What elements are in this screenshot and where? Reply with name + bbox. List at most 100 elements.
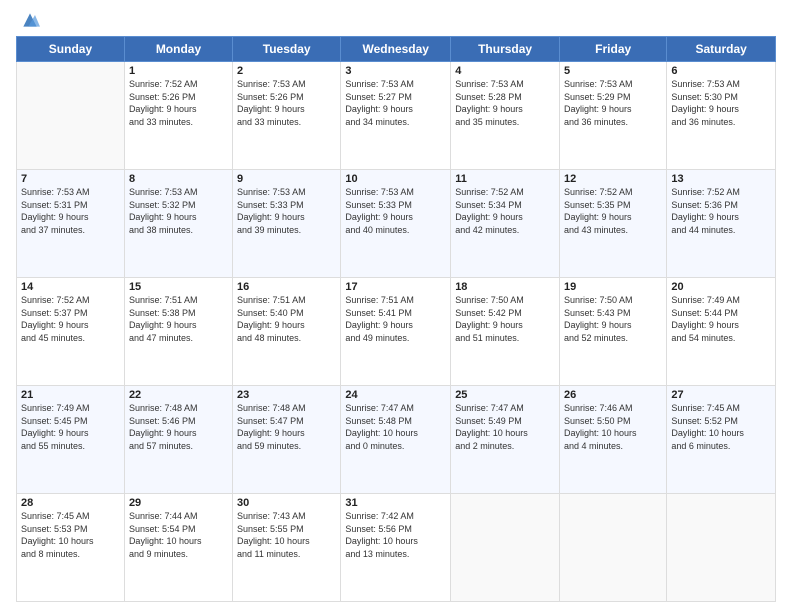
calendar-cell: 16Sunrise: 7:51 AMSunset: 5:40 PMDayligh… [233, 278, 341, 386]
day-info: Sunrise: 7:52 AMSunset: 5:35 PMDaylight:… [564, 186, 662, 236]
calendar-cell: 20Sunrise: 7:49 AMSunset: 5:44 PMDayligh… [667, 278, 776, 386]
day-info: Sunrise: 7:49 AMSunset: 5:45 PMDaylight:… [21, 402, 120, 452]
day-number: 10 [345, 173, 446, 185]
header [16, 10, 776, 30]
day-info: Sunrise: 7:45 AMSunset: 5:53 PMDaylight:… [21, 510, 120, 560]
day-number: 5 [564, 65, 662, 77]
day-number: 16 [237, 281, 336, 293]
calendar-cell: 28Sunrise: 7:45 AMSunset: 5:53 PMDayligh… [17, 494, 125, 602]
day-number: 27 [671, 389, 771, 401]
day-number: 23 [237, 389, 336, 401]
day-number: 21 [21, 389, 120, 401]
day-info: Sunrise: 7:48 AMSunset: 5:47 PMDaylight:… [237, 402, 336, 452]
calendar-cell: 10Sunrise: 7:53 AMSunset: 5:33 PMDayligh… [341, 170, 451, 278]
calendar-cell: 12Sunrise: 7:52 AMSunset: 5:35 PMDayligh… [560, 170, 667, 278]
day-info: Sunrise: 7:53 AMSunset: 5:31 PMDaylight:… [21, 186, 120, 236]
weekday-header: Wednesday [341, 37, 451, 62]
day-info: Sunrise: 7:47 AMSunset: 5:49 PMDaylight:… [455, 402, 555, 452]
day-number: 1 [129, 65, 228, 77]
calendar-cell: 27Sunrise: 7:45 AMSunset: 5:52 PMDayligh… [667, 386, 776, 494]
day-info: Sunrise: 7:51 AMSunset: 5:38 PMDaylight:… [129, 294, 228, 344]
weekday-header: Monday [124, 37, 232, 62]
calendar-cell: 21Sunrise: 7:49 AMSunset: 5:45 PMDayligh… [17, 386, 125, 494]
day-info: Sunrise: 7:45 AMSunset: 5:52 PMDaylight:… [671, 402, 771, 452]
day-info: Sunrise: 7:43 AMSunset: 5:55 PMDaylight:… [237, 510, 336, 560]
calendar-cell: 13Sunrise: 7:52 AMSunset: 5:36 PMDayligh… [667, 170, 776, 278]
calendar-cell: 18Sunrise: 7:50 AMSunset: 5:42 PMDayligh… [451, 278, 560, 386]
day-number: 30 [237, 497, 336, 509]
weekday-header: Sunday [17, 37, 125, 62]
logo [16, 10, 42, 30]
day-number: 19 [564, 281, 662, 293]
day-number: 26 [564, 389, 662, 401]
calendar-cell [451, 494, 560, 602]
day-info: Sunrise: 7:51 AMSunset: 5:40 PMDaylight:… [237, 294, 336, 344]
day-number: 20 [671, 281, 771, 293]
day-number: 15 [129, 281, 228, 293]
weekday-header: Saturday [667, 37, 776, 62]
day-info: Sunrise: 7:53 AMSunset: 5:27 PMDaylight:… [345, 78, 446, 128]
calendar-cell: 6Sunrise: 7:53 AMSunset: 5:30 PMDaylight… [667, 62, 776, 170]
calendar-cell: 24Sunrise: 7:47 AMSunset: 5:48 PMDayligh… [341, 386, 451, 494]
calendar-cell: 1Sunrise: 7:52 AMSunset: 5:26 PMDaylight… [124, 62, 232, 170]
day-info: Sunrise: 7:53 AMSunset: 5:33 PMDaylight:… [345, 186, 446, 236]
weekday-header: Thursday [451, 37, 560, 62]
day-info: Sunrise: 7:53 AMSunset: 5:28 PMDaylight:… [455, 78, 555, 128]
calendar-cell [560, 494, 667, 602]
calendar-cell: 14Sunrise: 7:52 AMSunset: 5:37 PMDayligh… [17, 278, 125, 386]
calendar-cell: 8Sunrise: 7:53 AMSunset: 5:32 PMDaylight… [124, 170, 232, 278]
day-number: 3 [345, 65, 446, 77]
day-info: Sunrise: 7:51 AMSunset: 5:41 PMDaylight:… [345, 294, 446, 344]
calendar-cell: 31Sunrise: 7:42 AMSunset: 5:56 PMDayligh… [341, 494, 451, 602]
page: SundayMondayTuesdayWednesdayThursdayFrid… [0, 0, 792, 612]
day-number: 12 [564, 173, 662, 185]
day-info: Sunrise: 7:49 AMSunset: 5:44 PMDaylight:… [671, 294, 771, 344]
calendar-cell: 5Sunrise: 7:53 AMSunset: 5:29 PMDaylight… [560, 62, 667, 170]
day-number: 14 [21, 281, 120, 293]
calendar-cell: 23Sunrise: 7:48 AMSunset: 5:47 PMDayligh… [233, 386, 341, 494]
calendar-cell: 9Sunrise: 7:53 AMSunset: 5:33 PMDaylight… [233, 170, 341, 278]
day-number: 25 [455, 389, 555, 401]
day-number: 11 [455, 173, 555, 185]
day-number: 9 [237, 173, 336, 185]
calendar-table: SundayMondayTuesdayWednesdayThursdayFrid… [16, 36, 776, 602]
day-number: 4 [455, 65, 555, 77]
day-number: 31 [345, 497, 446, 509]
day-number: 24 [345, 389, 446, 401]
day-info: Sunrise: 7:53 AMSunset: 5:29 PMDaylight:… [564, 78, 662, 128]
day-info: Sunrise: 7:44 AMSunset: 5:54 PMDaylight:… [129, 510, 228, 560]
calendar-cell [17, 62, 125, 170]
day-number: 13 [671, 173, 771, 185]
calendar-cell: 15Sunrise: 7:51 AMSunset: 5:38 PMDayligh… [124, 278, 232, 386]
calendar-cell: 7Sunrise: 7:53 AMSunset: 5:31 PMDaylight… [17, 170, 125, 278]
calendar-cell: 22Sunrise: 7:48 AMSunset: 5:46 PMDayligh… [124, 386, 232, 494]
calendar-cell: 30Sunrise: 7:43 AMSunset: 5:55 PMDayligh… [233, 494, 341, 602]
day-number: 28 [21, 497, 120, 509]
day-info: Sunrise: 7:53 AMSunset: 5:30 PMDaylight:… [671, 78, 771, 128]
day-number: 6 [671, 65, 771, 77]
calendar-cell [667, 494, 776, 602]
calendar-cell: 26Sunrise: 7:46 AMSunset: 5:50 PMDayligh… [560, 386, 667, 494]
day-info: Sunrise: 7:50 AMSunset: 5:42 PMDaylight:… [455, 294, 555, 344]
day-number: 29 [129, 497, 228, 509]
day-info: Sunrise: 7:48 AMSunset: 5:46 PMDaylight:… [129, 402, 228, 452]
day-info: Sunrise: 7:52 AMSunset: 5:37 PMDaylight:… [21, 294, 120, 344]
weekday-header: Tuesday [233, 37, 341, 62]
day-number: 7 [21, 173, 120, 185]
day-number: 17 [345, 281, 446, 293]
day-number: 8 [129, 173, 228, 185]
calendar-cell: 2Sunrise: 7:53 AMSunset: 5:26 PMDaylight… [233, 62, 341, 170]
logo-icon [20, 10, 40, 30]
day-info: Sunrise: 7:52 AMSunset: 5:34 PMDaylight:… [455, 186, 555, 236]
day-info: Sunrise: 7:53 AMSunset: 5:26 PMDaylight:… [237, 78, 336, 128]
calendar-cell: 19Sunrise: 7:50 AMSunset: 5:43 PMDayligh… [560, 278, 667, 386]
logo-text [16, 10, 42, 30]
day-number: 18 [455, 281, 555, 293]
weekday-header: Friday [560, 37, 667, 62]
calendar-cell: 29Sunrise: 7:44 AMSunset: 5:54 PMDayligh… [124, 494, 232, 602]
day-info: Sunrise: 7:47 AMSunset: 5:48 PMDaylight:… [345, 402, 446, 452]
day-info: Sunrise: 7:53 AMSunset: 5:32 PMDaylight:… [129, 186, 228, 236]
day-info: Sunrise: 7:50 AMSunset: 5:43 PMDaylight:… [564, 294, 662, 344]
calendar-cell: 17Sunrise: 7:51 AMSunset: 5:41 PMDayligh… [341, 278, 451, 386]
calendar-cell: 25Sunrise: 7:47 AMSunset: 5:49 PMDayligh… [451, 386, 560, 494]
